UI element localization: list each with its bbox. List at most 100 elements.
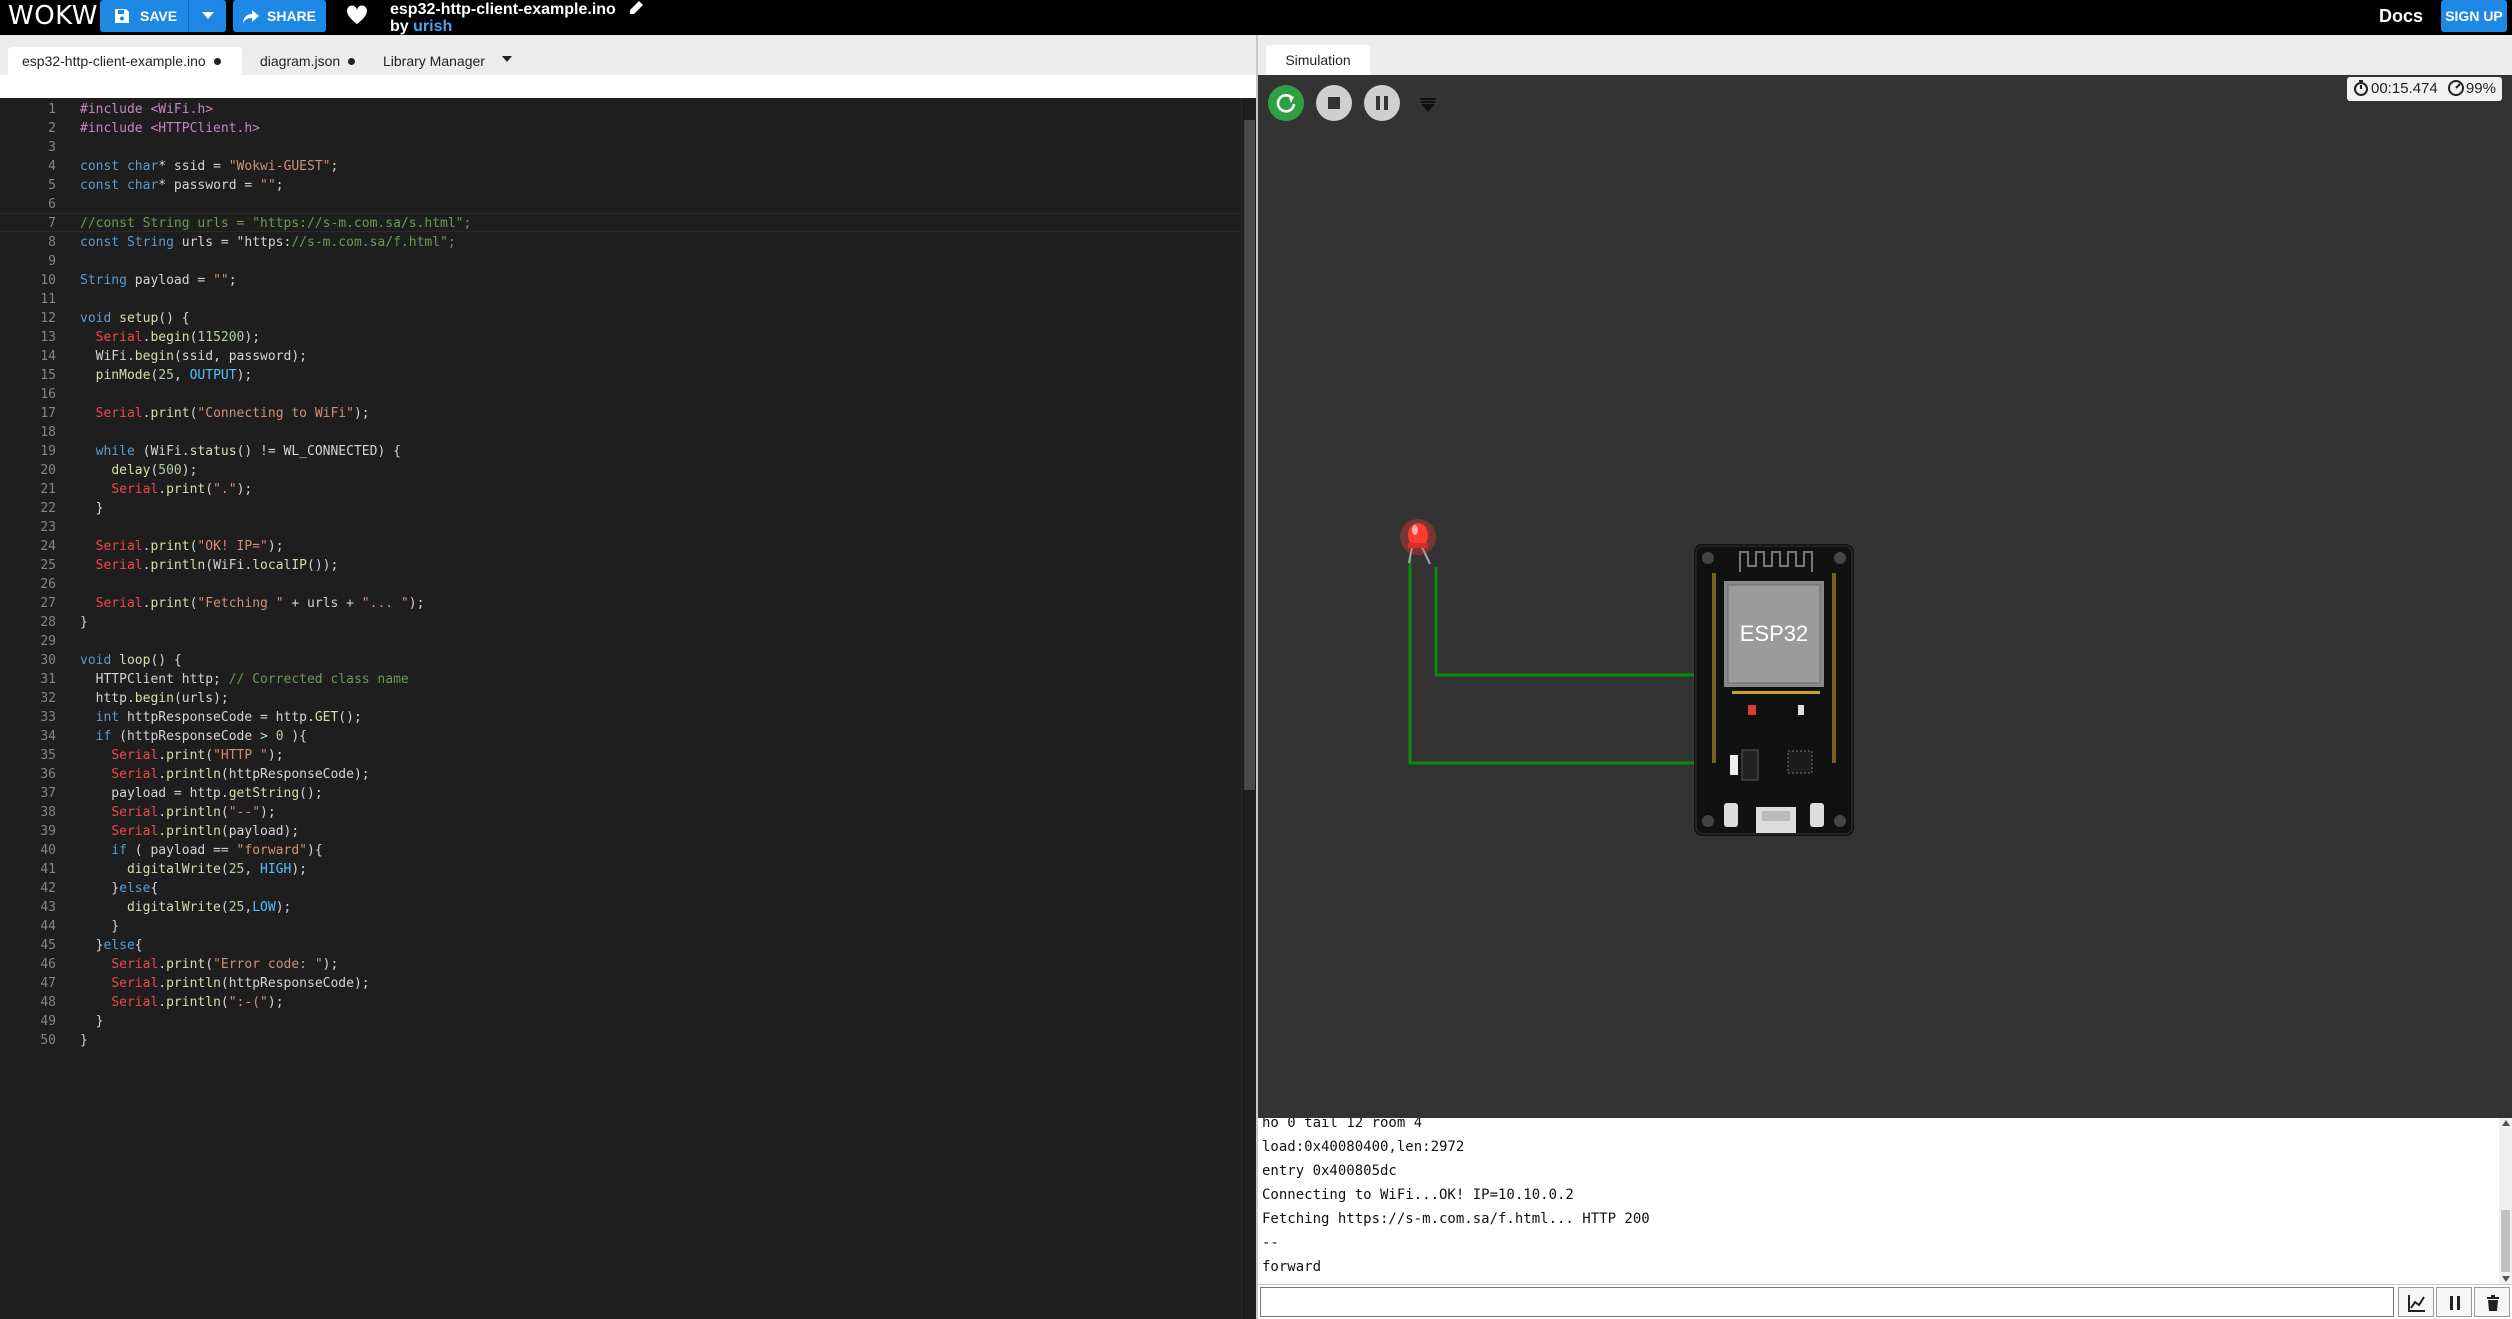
code-line[interactable]: 45 }else{ [0,936,1240,955]
code-line[interactable]: 32 http.begin(urls); [0,689,1240,708]
simulation-canvas[interactable]: ESP32 [1256,75,2512,1118]
serial-scrollbar[interactable] [2499,1118,2512,1284]
line-number: 34 [40,729,56,744]
tab-sketch-file[interactable]: esp32-http-client-example.ino [8,47,242,75]
code-line[interactable]: 33 int httpResponseCode = http.GET(); [0,708,1240,727]
code-line[interactable]: 41 digitalWrite(25, HIGH); [0,860,1240,879]
code-line[interactable]: 24 Serial.print("OK! IP="); [0,537,1240,556]
code-line[interactable]: 12 void setup() { [0,309,1240,328]
code-line[interactable]: 7 //const String urls = "https://s-m.com.… [0,214,1240,233]
clear-serial-button[interactable] [2474,1287,2510,1317]
code-line[interactable]: 4 const char* ssid = "Wokwi-GUEST"; [0,157,1240,176]
serial-monitor[interactable]: ho 0 tail 12 room 4 load:0x40080400,len:2… [1256,1118,2512,1284]
save-label: SAVE [140,8,178,24]
code-line[interactable]: 13 Serial.begin(115200); [0,328,1240,347]
code-line[interactable]: 47 Serial.println(httpResponseCode); [0,974,1240,993]
code-line[interactable]: 5 const char* password = ""; [0,176,1240,195]
code-line[interactable]: 31 HTTPClient http; // Corrected class n… [0,670,1240,689]
code-line[interactable]: 10 String payload = ""; [0,271,1240,290]
code-line[interactable]: 2 #include <HTTPClient.h> [0,119,1240,138]
code-line[interactable]: 30 void loop() { [0,651,1240,670]
line-number: 44 [40,919,56,934]
wokwi-logo[interactable]: WOKWI [8,0,106,35]
code-line[interactable]: 29 [0,632,1240,651]
serial-scrollbar-thumb[interactable] [2501,1210,2510,1272]
code-line[interactable]: 48 Serial.println(":-("); [0,993,1240,1012]
heart-icon[interactable] [346,5,368,25]
editor-scrollbar-thumb[interactable] [1244,120,1255,790]
code-line[interactable]: 18 [0,423,1240,442]
esp32-board[interactable]: ESP32 [1694,544,1854,836]
code-line[interactable]: 35 Serial.print("HTTP "); [0,746,1240,765]
code-line[interactable]: 25 Serial.println(WiFi.localIP()); [0,556,1240,575]
code-line[interactable]: 37 payload = http.getString(); [0,784,1240,803]
code-text: Serial.print("Connecting to WiFi"); [95,406,370,421]
code-line[interactable]: 40 if ( payload == "forward"){ [0,841,1240,860]
plotter-button[interactable] [2398,1287,2434,1317]
code-line[interactable]: 22 } [0,499,1240,518]
code-line[interactable]: 3 [0,138,1240,157]
line-number: 17 [40,406,56,421]
caret-down-icon [202,12,214,19]
code-line[interactable]: 39 Serial.println(payload); [0,822,1240,841]
code-line[interactable]: 1 #include <WiFi.h> [0,100,1240,119]
code-line[interactable]: 49 } [0,1012,1240,1031]
code-line[interactable]: 21 Serial.print("."); [0,480,1240,499]
code-text: Serial.println(payload); [111,824,300,839]
pause-serial-button[interactable] [2436,1287,2472,1317]
pencil-icon[interactable] [628,0,644,16]
code-line[interactable]: 9 [0,252,1240,271]
code-text: } [80,501,104,516]
code-line[interactable]: 19 while (WiFi.status() != WL_CONNECTED)… [0,442,1240,461]
line-number: 2 [48,121,56,136]
code-line[interactable]: 15 pinMode(25, OUTPUT); [0,366,1240,385]
code-line[interactable]: 6 [0,195,1240,214]
sign-up-button[interactable]: SIGN UP [2441,0,2507,32]
code-line[interactable]: 44 } [0,917,1240,936]
line-number: 19 [40,444,56,459]
project-title[interactable]: esp32-http-client-example.ino [390,0,644,19]
wire-gnd[interactable] [1408,558,1714,765]
red-led[interactable] [1400,519,1436,565]
code-line[interactable]: 34 if (httpResponseCode > 0 ){ [0,727,1240,746]
code-line[interactable]: 14 WiFi.begin(ssid, password); [0,347,1240,366]
code-line[interactable]: 16 [0,385,1240,404]
code-line[interactable]: 50} [0,1031,1240,1050]
code-line[interactable]: 28} [0,613,1240,632]
code-line[interactable]: 23 [0,518,1240,537]
code-text: }else{ [80,881,159,896]
code-line[interactable]: 20 delay(500); [0,461,1240,480]
code-line[interactable]: 26 [0,575,1240,594]
circuit-diagram: ESP32 [1400,519,1854,836]
share-button[interactable]: SHARE [233,0,326,32]
line-number: 21 [40,482,56,497]
code-line[interactable]: 43 digitalWrite(25,LOW); [0,898,1240,917]
scroll-down-icon[interactable] [2502,1276,2510,1282]
tab-diagram-json[interactable]: diagram.json [260,47,356,75]
code-line[interactable]: 17 Serial.print("Connecting to WiFi"); [0,404,1240,423]
scroll-up-icon[interactable] [2502,1120,2510,1126]
tab-library-manager[interactable]: Library Manager [383,47,485,75]
tab-simulation[interactable]: Simulation [1266,45,1370,75]
code-line[interactable]: 46 Serial.print("Error code: "); [0,955,1240,974]
line-number: 18 [40,425,56,440]
line-number: 50 [40,1033,56,1048]
wire-signal[interactable] [1434,567,1714,677]
save-button[interactable]: SAVE [100,0,226,32]
code-text: } [80,615,88,630]
editor-scrollbar[interactable] [1241,98,1256,1319]
author-link[interactable]: urish [413,18,452,35]
tab-menu-caret-icon[interactable] [502,56,512,62]
code-line[interactable]: 27 Serial.print("Fetching " + urls + "..… [0,594,1240,613]
code-line[interactable]: 11 [0,290,1240,309]
code-line[interactable]: 36 Serial.println(httpResponseCode); [0,765,1240,784]
line-number: 7 [48,216,56,231]
save-options-button[interactable] [188,0,226,32]
code-line[interactable]: 38 Serial.println("--"); [0,803,1240,822]
docs-link[interactable]: Docs [2379,0,2423,32]
code-line[interactable]: 42 }else{ [0,879,1240,898]
code-editor[interactable]: 1 #include <WiFi.h> 2 #include <HTTPClient.… [0,98,1256,1319]
code-line[interactable]: 8 const String urls = "https://s-m.com.sa… [0,233,1240,252]
serial-input[interactable] [1260,1287,2394,1317]
top-bar: WOKWI SAVE SHARE esp32-http-client-examp… [0,0,2512,35]
